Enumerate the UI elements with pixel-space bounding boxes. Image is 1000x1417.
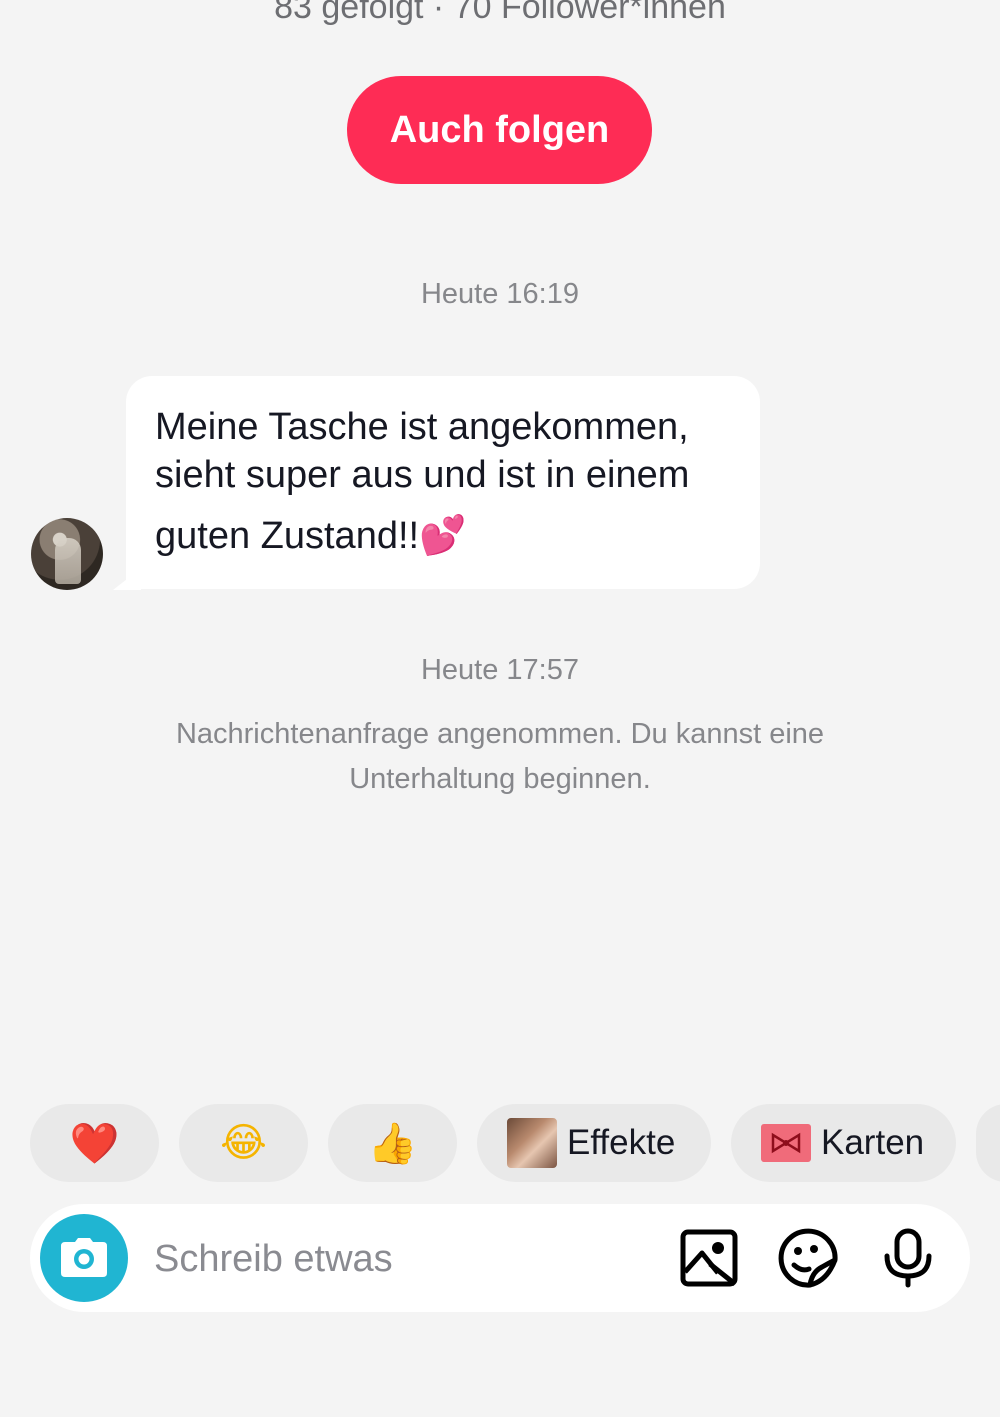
reaction-thumbs-up-button[interactable]: 👍 <box>328 1104 457 1182</box>
timestamp-first: Heute 16:19 <box>420 278 579 310</box>
microphone-button[interactable] <box>876 1226 940 1290</box>
tears-of-joy-emoji-icon: 😂 <box>220 1120 267 1166</box>
message-composer <box>30 1204 970 1312</box>
message-line-text: guten Zustand!! <box>155 515 420 557</box>
sticker-icon <box>778 1228 838 1288</box>
message-bubble[interactable]: Meine Tasche ist angekommen, sieht super… <box>126 376 760 589</box>
heart-emoji-icon: ❤️ <box>69 1120 120 1167</box>
image-icon <box>680 1229 738 1287</box>
reaction-heart-button[interactable]: ❤️ <box>30 1104 159 1182</box>
sender-avatar[interactable] <box>31 518 103 590</box>
system-note: Nachrichtenanfrage angenommen. Du kannst… <box>175 718 825 795</box>
reaction-laugh-button[interactable]: 😂 <box>179 1104 308 1182</box>
more-chip[interactable] <box>976 1104 1000 1182</box>
message-line: sieht super aus und ist in einem <box>155 454 690 496</box>
effects-thumbnail <box>507 1118 557 1168</box>
profile-stats: 83 gefolgt · 70 Follower*innen <box>274 0 726 26</box>
quick-reaction-bar: ❤️ 😂 👍 Effekte Karten <box>30 1104 1000 1182</box>
message-input[interactable] <box>152 1230 656 1288</box>
camera-button[interactable] <box>40 1214 128 1302</box>
message-text: Meine Tasche ist angekommen, sieht super… <box>155 402 740 561</box>
cards-label: Karten <box>821 1123 925 1162</box>
sticker-button[interactable] <box>776 1226 840 1290</box>
two-hearts-emoji: 💕 <box>419 513 467 557</box>
cards-chip[interactable]: Karten <box>731 1104 956 1182</box>
effects-label: Effekte <box>567 1123 676 1162</box>
timestamp-second: Heute 17:57 <box>420 654 579 686</box>
follow-back-button[interactable]: Auch folgen <box>347 76 652 184</box>
effects-chip[interactable]: Effekte <box>477 1104 711 1182</box>
message-line: guten Zustand!!💕 <box>155 510 740 561</box>
thumbs-up-emoji-icon: 👍 <box>367 1120 418 1167</box>
microphone-icon <box>884 1228 932 1288</box>
image-button[interactable] <box>677 1226 741 1290</box>
camera-icon <box>61 1238 107 1277</box>
ribbon-card-icon <box>761 1124 811 1162</box>
message-line: Meine Tasche ist angekommen, <box>155 406 689 448</box>
